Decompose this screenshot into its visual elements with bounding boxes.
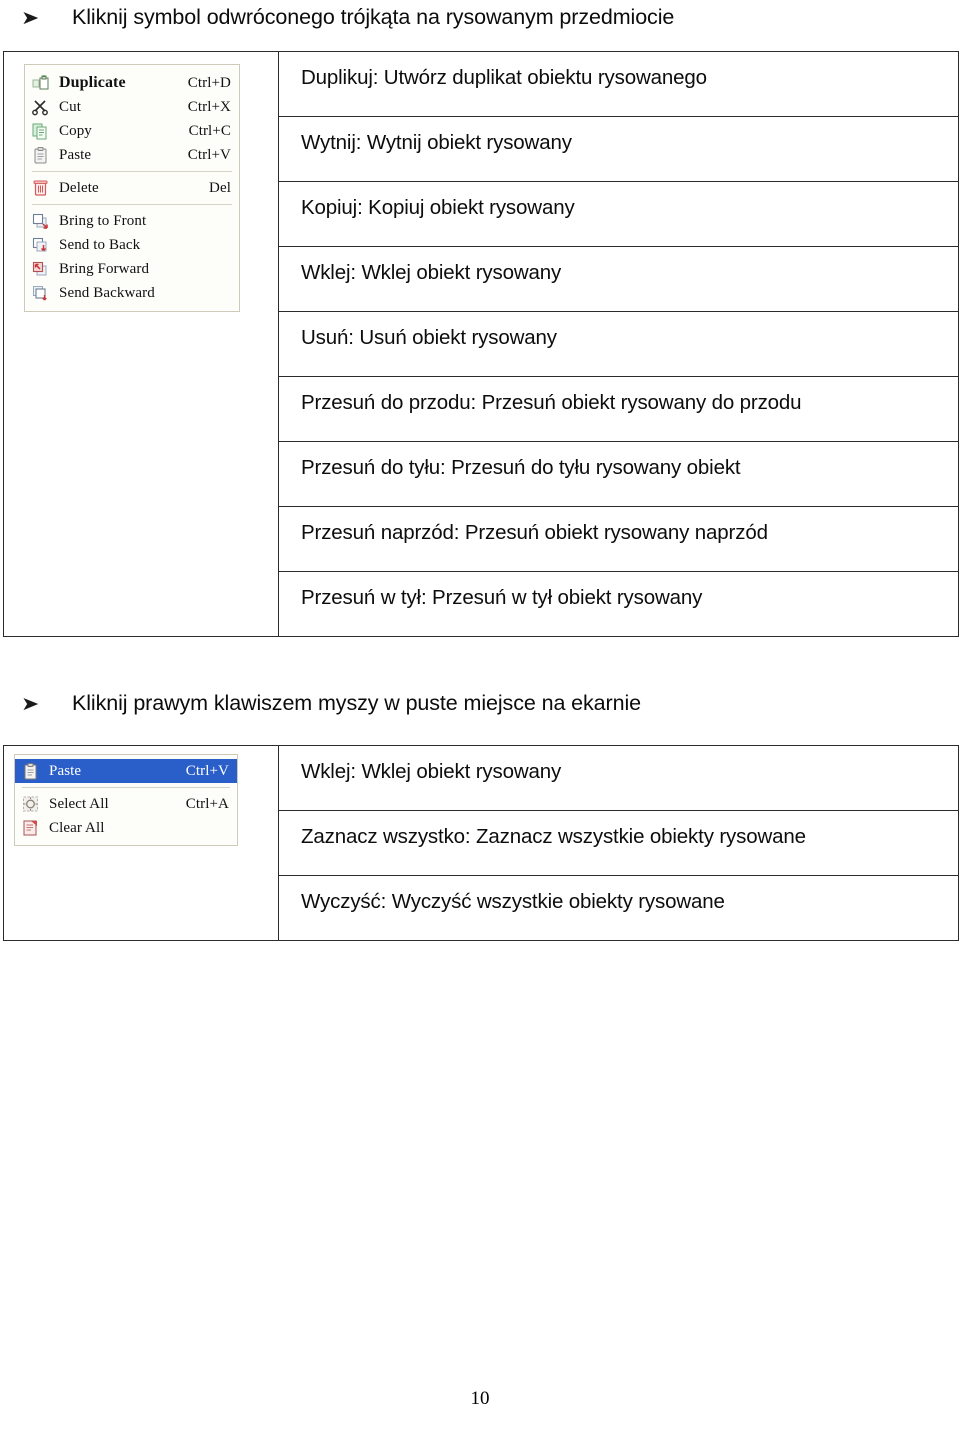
description-text: Usuń: Usuń obiekt rysowany <box>301 326 557 349</box>
description-cell: Wklej: Wklej obiekt rysowany <box>278 745 959 811</box>
menu-item-delete[interactable]: Delete Del <box>25 176 239 200</box>
menu-item-accelerator: Ctrl+X <box>187 98 231 115</box>
menu-item-label: Send Backward <box>59 284 155 301</box>
paste-clipboard-icon <box>21 762 43 780</box>
description-text: Wklej: Wklej obiekt rysowany <box>301 760 562 783</box>
menu-item-bring-forward[interactable]: Bring Forward <box>25 257 239 281</box>
duplicate-icon <box>31 74 53 92</box>
menu-item-bring-to-front[interactable]: Bring to Front <box>25 209 239 233</box>
menu-item-label: Bring to Front <box>59 212 147 229</box>
menu-item-label: Send to Back <box>59 236 141 253</box>
description-cell: Usuń: Usuń obiekt rysowany <box>278 311 959 377</box>
description-cell: Wklej: Wklej obiekt rysowany <box>278 246 959 312</box>
description-cell: Zaznacz wszystko: Zaznacz wszystkie obie… <box>278 810 959 876</box>
description-cell: Przesuń naprzód: Przesuń obiekt rysowany… <box>278 506 959 572</box>
menu-item-label: Bring Forward <box>59 260 150 277</box>
menu-separator <box>22 787 230 788</box>
menu-item-accelerator: Ctrl+C <box>188 122 231 139</box>
description-cell: Przesuń do tyłu: Przesuń do tyłu rysowan… <box>278 441 959 507</box>
select-all-icon <box>21 795 43 813</box>
send-backward-icon <box>31 284 53 302</box>
menu-item-label: Select All <box>49 795 109 812</box>
menu-separator <box>32 204 232 205</box>
object-menu-description-table: Duplicate Ctrl+D Cut Ctrl+X Copy Ctrl+C … <box>3 51 959 637</box>
table-row: Paste Ctrl+V Select All Ctrl+A Clear All… <box>3 745 959 941</box>
menu-item-accelerator: Ctrl+V <box>185 762 229 779</box>
description-text: Duplikuj: Utwórz duplikat obiektu rysowa… <box>301 66 707 89</box>
object-context-menu-cell: Duplicate Ctrl+D Cut Ctrl+X Copy Ctrl+C … <box>3 51 279 637</box>
menu-item-label: Copy <box>59 122 92 139</box>
bullet-arrow-icon: ➤ <box>20 7 40 29</box>
description-text: Przesuń w tył: Przesuń w tył obiekt ryso… <box>301 586 703 609</box>
menu-item-select-all[interactable]: Select All Ctrl+A <box>15 792 237 816</box>
description-text: Wytnij: Wytnij obiekt rysowany <box>301 131 572 154</box>
section-heading-2: ➤ Kliknij prawym klawiszem myszy w puste… <box>20 691 641 716</box>
menu-item-clear-all[interactable]: Clear All <box>15 816 237 840</box>
menu-item-accelerator: Ctrl+D <box>187 74 231 91</box>
canvas-context-menu-cell: Paste Ctrl+V Select All Ctrl+A Clear All <box>3 745 279 941</box>
section-heading-1-text: Kliknij symbol odwróconego trójkąta na r… <box>72 5 675 29</box>
description-cell: Kopiuj: Kopiuj obiekt rysowany <box>278 181 959 247</box>
menu-item-label: Clear All <box>49 819 105 836</box>
bring-forward-icon <box>31 260 53 278</box>
menu-item-cut[interactable]: Cut Ctrl+X <box>25 95 239 119</box>
menu-item-label: Paste <box>59 146 92 163</box>
menu-item-accelerator: Ctrl+A <box>185 795 229 812</box>
copy-icon <box>31 122 53 140</box>
send-to-back-icon <box>31 236 53 254</box>
bring-to-front-icon <box>31 212 53 230</box>
object-context-menu[interactable]: Duplicate Ctrl+D Cut Ctrl+X Copy Ctrl+C … <box>24 64 240 312</box>
menu-item-label: Duplicate <box>59 74 126 91</box>
menu-separator <box>32 171 232 172</box>
menu-item-copy[interactable]: Copy Ctrl+C <box>25 119 239 143</box>
description-text: Wklej: Wklej obiekt rysowany <box>301 261 562 284</box>
page-number: 10 <box>470 1388 490 1409</box>
menu-item-duplicate[interactable]: Duplicate Ctrl+D <box>25 71 239 95</box>
section-heading-2-text: Kliknij prawym klawiszem myszy w puste m… <box>72 691 641 715</box>
cut-scissors-icon <box>31 98 53 116</box>
bullet-arrow-icon: ➤ <box>20 693 40 715</box>
section-heading-1: ➤ Kliknij symbol odwróconego trójkąta na… <box>20 5 675 30</box>
menu-item-paste[interactable]: Paste Ctrl+V <box>25 143 239 167</box>
menu-item-label: Cut <box>59 98 81 115</box>
menu-item-send-to-back[interactable]: Send to Back <box>25 233 239 257</box>
table-row: Duplicate Ctrl+D Cut Ctrl+X Copy Ctrl+C … <box>3 51 959 637</box>
menu-item-send-backward[interactable]: Send Backward <box>25 281 239 305</box>
canvas-menu-description-table: Paste Ctrl+V Select All Ctrl+A Clear All… <box>3 745 959 941</box>
description-text: Przesuń do przodu: Przesuń obiekt rysowa… <box>301 391 802 414</box>
delete-trash-icon <box>31 179 53 197</box>
description-text: Kopiuj: Kopiuj obiekt rysowany <box>301 196 575 219</box>
menu-item-paste[interactable]: Paste Ctrl+V <box>15 759 237 783</box>
description-cell: Wyczyść: Wyczyść wszystkie obiekty rysow… <box>278 875 959 941</box>
description-cell: Przesuń w tył: Przesuń w tył obiekt ryso… <box>278 571 959 637</box>
description-cell: Duplikuj: Utwórz duplikat obiektu rysowa… <box>278 51 959 117</box>
description-text: Przesuń naprzód: Przesuń obiekt rysowany… <box>301 521 768 544</box>
canvas-context-menu[interactable]: Paste Ctrl+V Select All Ctrl+A Clear All <box>14 754 238 846</box>
paste-clipboard-icon <box>31 146 53 164</box>
description-cell: Przesuń do przodu: Przesuń obiekt rysowa… <box>278 376 959 442</box>
description-text: Wyczyść: Wyczyść wszystkie obiekty rysow… <box>301 890 725 913</box>
menu-item-label: Delete <box>59 179 99 196</box>
menu-item-accelerator: Del <box>209 179 231 196</box>
clear-all-icon <box>21 819 43 837</box>
menu-item-accelerator: Ctrl+V <box>187 146 231 163</box>
description-text: Zaznacz wszystko: Zaznacz wszystkie obie… <box>301 825 806 848</box>
menu-item-label: Paste <box>49 762 82 779</box>
description-text: Przesuń do tyłu: Przesuń do tyłu rysowan… <box>301 456 741 479</box>
description-cell: Wytnij: Wytnij obiekt rysowany <box>278 116 959 182</box>
